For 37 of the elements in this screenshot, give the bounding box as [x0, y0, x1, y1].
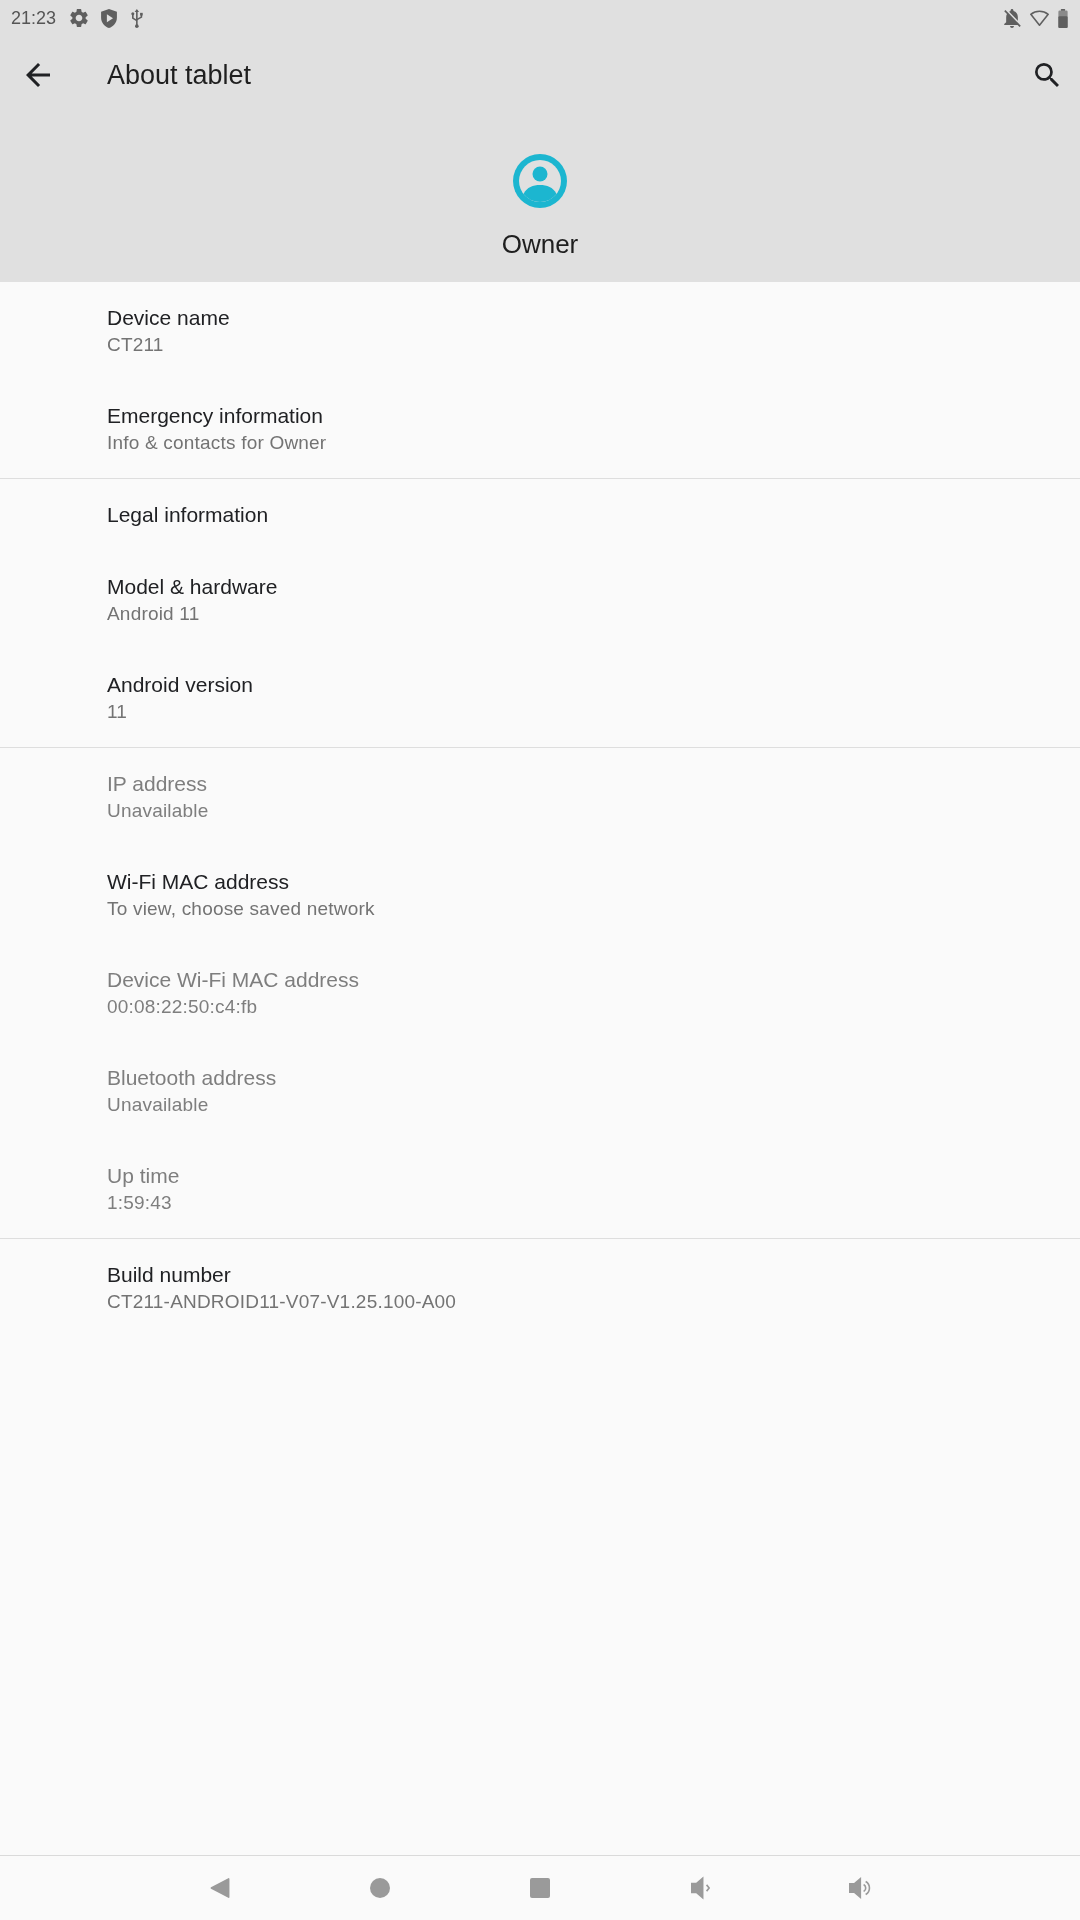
setting-summary: 11: [107, 700, 128, 724]
setting-title[interactable]: Wi-Fi MAC address: [107, 868, 290, 896]
setting-title[interactable]: Emergency information: [107, 402, 323, 430]
home-icon[interactable]: [370, 1878, 390, 1898]
setting-title[interactable]: Android version: [107, 671, 253, 699]
setting-summary: To view, choose saved network: [107, 897, 375, 921]
status-time: 21:23: [11, 7, 57, 29]
back-icon[interactable]: [210, 1878, 230, 1898]
setting-title[interactable]: Build number: [107, 1261, 231, 1289]
setting-summary: Android 11: [107, 602, 200, 626]
search-icon: [1035, 63, 1059, 87]
setting-title[interactable]: Legal information: [107, 501, 269, 529]
setting-title: Up time: [107, 1163, 180, 1189]
setting-summary: Unavailable: [107, 1093, 209, 1117]
setting-summary: 1:59:43: [107, 1191, 172, 1215]
setting-title[interactable]: Device name: [107, 304, 230, 332]
setting-title[interactable]: Model & hardware: [107, 573, 278, 601]
battery-icon: [1058, 8, 1068, 28]
setting-title: Device Wi-Fi MAC address: [107, 967, 360, 993]
setting-summary: Unavailable: [107, 799, 209, 823]
account-circle-icon: [513, 154, 567, 208]
shield-icon: [101, 8, 118, 28]
settings-icon: [70, 9, 89, 27]
bell-off-icon: [1004, 8, 1021, 28]
volume-down-icon[interactable]: [690, 1876, 710, 1900]
wifi-icon: [1029, 10, 1050, 26]
usb-icon: [131, 8, 144, 28]
setting-summary: CT211-ANDROID11-V07-V1.25.100-A00: [107, 1290, 457, 1314]
page-title: About tablet: [107, 59, 252, 91]
setting-summary: CT211: [107, 333, 164, 357]
profile-name: Owner: [501, 228, 579, 260]
setting-title: Bluetooth address: [107, 1065, 277, 1091]
volume-up-icon[interactable]: [849, 1876, 871, 1900]
back-arrow-icon: [26, 63, 50, 87]
setting-summary: 00:08:22:50:c4:fb: [107, 995, 258, 1019]
setting-title: IP address: [107, 771, 207, 797]
setting-summary: Info & contacts for Owner: [107, 431, 327, 455]
